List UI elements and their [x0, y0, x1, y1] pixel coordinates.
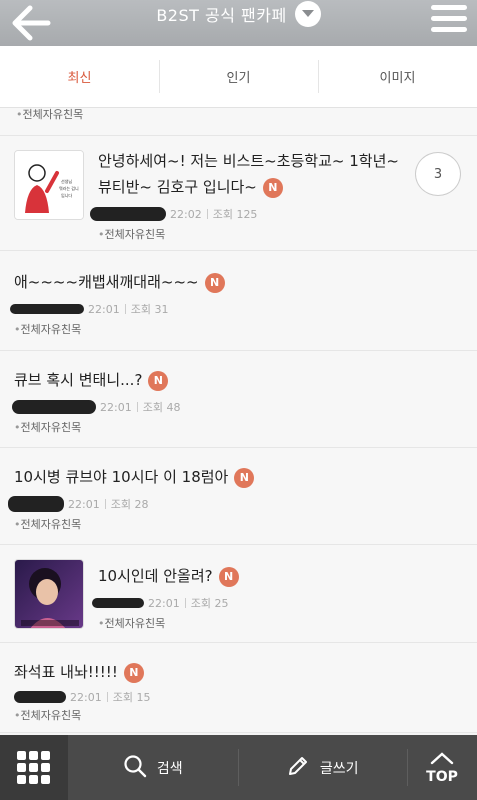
post-category: 전체자유친목: [98, 615, 166, 631]
svg-text:입니다: 입니다: [61, 192, 72, 198]
write-label: 글쓰기: [319, 760, 359, 777]
post-category: 전체자유친목: [98, 226, 166, 242]
comment-count-bubble[interactable]: 3: [415, 152, 461, 196]
post-category: 전체자유친목: [16, 106, 84, 122]
redacted-author: [14, 691, 66, 703]
post-meta: 22:01 조회 15: [14, 689, 150, 705]
post-meta: 22:01 조회 25: [92, 595, 228, 611]
post-time: 22:01: [68, 497, 100, 511]
post-views: 조회 28: [110, 498, 149, 511]
redacted-author: [8, 496, 64, 512]
list-item[interactable]: 선생님 뭐라는 겁니 입니다 안녕하세여~! 저는 비스트~초등학교~ 1학년~…: [0, 136, 477, 251]
post-meta: 22:01 조회 31: [10, 301, 168, 317]
post-title: 큐브 혹시 변태니...?: [14, 371, 143, 389]
post-views: 조회 25: [190, 597, 229, 610]
redacted-author: [92, 598, 144, 608]
header-title-group[interactable]: B2ST 공식 팬카페: [0, 0, 477, 28]
post-category: 전체자유친목: [14, 419, 82, 435]
list-item[interactable]: 좌석표 내놔!!!!! N 22:01 조회 15 전체자유친목: [0, 643, 477, 733]
post-views: 조회 15: [112, 691, 151, 704]
post-title: 10시병 큐브야 10시다 이 18럼아: [14, 468, 229, 486]
post-category: 전체자유친목: [14, 321, 82, 337]
pencil-icon: [286, 754, 310, 782]
post-views: 조회 48: [142, 401, 181, 414]
post-meta: 22:01 조회 28: [8, 496, 148, 512]
search-icon: [123, 754, 147, 782]
post-list: 전체자유친목 선생님 뭐라는 겁니 입니다 안녕하세여~! 저는 비스트~초등학…: [0, 108, 477, 733]
post-time: 22:01: [70, 690, 102, 704]
list-item[interactable]: 전체자유친목: [0, 108, 477, 136]
hamburger-menu-icon[interactable]: [431, 5, 467, 35]
write-button[interactable]: 글쓰기: [237, 735, 408, 800]
post-thumbnail: 선생님 뭐라는 겁니 입니다: [14, 150, 84, 220]
new-badge: N: [123, 662, 144, 683]
new-badge: N: [234, 467, 255, 488]
post-thumbnail: [14, 559, 84, 629]
post-time: 22:01: [88, 302, 120, 316]
svg-text:뭐라는 겁니: 뭐라는 겁니: [59, 185, 79, 191]
redacted-author: [10, 304, 84, 314]
cafe-title: B2ST 공식 팬카페: [156, 6, 287, 25]
redacted-author: [12, 400, 96, 414]
list-item[interactable]: 애~~~~캐뱁새깨대래~~~ N 22:01 조회 31 전체자유친목: [0, 251, 477, 351]
post-meta: 22:01 조회 48: [12, 399, 180, 415]
post-time: 22:01: [100, 400, 132, 414]
chevron-down-icon[interactable]: [294, 1, 321, 27]
tab-images[interactable]: 이미지: [318, 46, 477, 107]
search-label: 검색: [156, 760, 183, 777]
svg-text:선생님: 선생님: [61, 178, 72, 184]
new-badge: N: [262, 177, 283, 198]
post-time: 22:02: [170, 207, 202, 221]
bottom-toolbar: 검색 글쓰기 TOP: [0, 735, 477, 800]
app-screen: B2ST 공식 팬카페 최신 인기 이미지 전체자유친목: [0, 0, 477, 800]
app-header: B2ST 공식 팬카페: [0, 0, 477, 46]
post-category: 전체자유친목: [14, 516, 82, 532]
grid-icon[interactable]: [0, 735, 68, 800]
post-views: 조회 125: [212, 208, 258, 221]
scroll-top-button[interactable]: TOP: [407, 735, 477, 800]
post-meta: 22:02 조회 125: [90, 206, 257, 222]
tab-popular[interactable]: 인기: [159, 46, 318, 107]
new-badge: N: [148, 370, 169, 391]
post-title: 애~~~~캐뱁새깨대래~~~: [14, 273, 199, 291]
chevron-up-icon: [430, 751, 454, 769]
redacted-author: [90, 207, 166, 221]
post-time: 22:01: [148, 596, 180, 610]
tab-latest[interactable]: 최신: [0, 46, 159, 107]
post-title: 안녕하세여~! 저는 비스트~초등학교~ 1학년~ 뷰티반~ 김호구 입니다~: [98, 152, 399, 196]
new-badge: N: [204, 272, 225, 293]
tab-bar: 최신 인기 이미지: [0, 46, 477, 108]
list-item[interactable]: 10시인데 안올려? N 22:01 조회 25 전체자유친목: [0, 545, 477, 643]
post-category: 전체자유친목: [14, 707, 82, 723]
list-item[interactable]: 10시병 큐브야 10시다 이 18럼아 N 22:01 조회 28 전체자유친목: [0, 448, 477, 545]
search-button[interactable]: 검색: [68, 735, 238, 800]
post-views: 조회 31: [130, 303, 169, 316]
list-item[interactable]: 큐브 혹시 변태니...? N 22:01 조회 48 전체자유친목: [0, 351, 477, 448]
post-title: 좌석표 내놔!!!!!: [14, 663, 118, 681]
new-badge: N: [218, 566, 239, 587]
top-label: TOP: [426, 768, 458, 785]
post-title: 10시인데 안올려?: [98, 567, 213, 585]
